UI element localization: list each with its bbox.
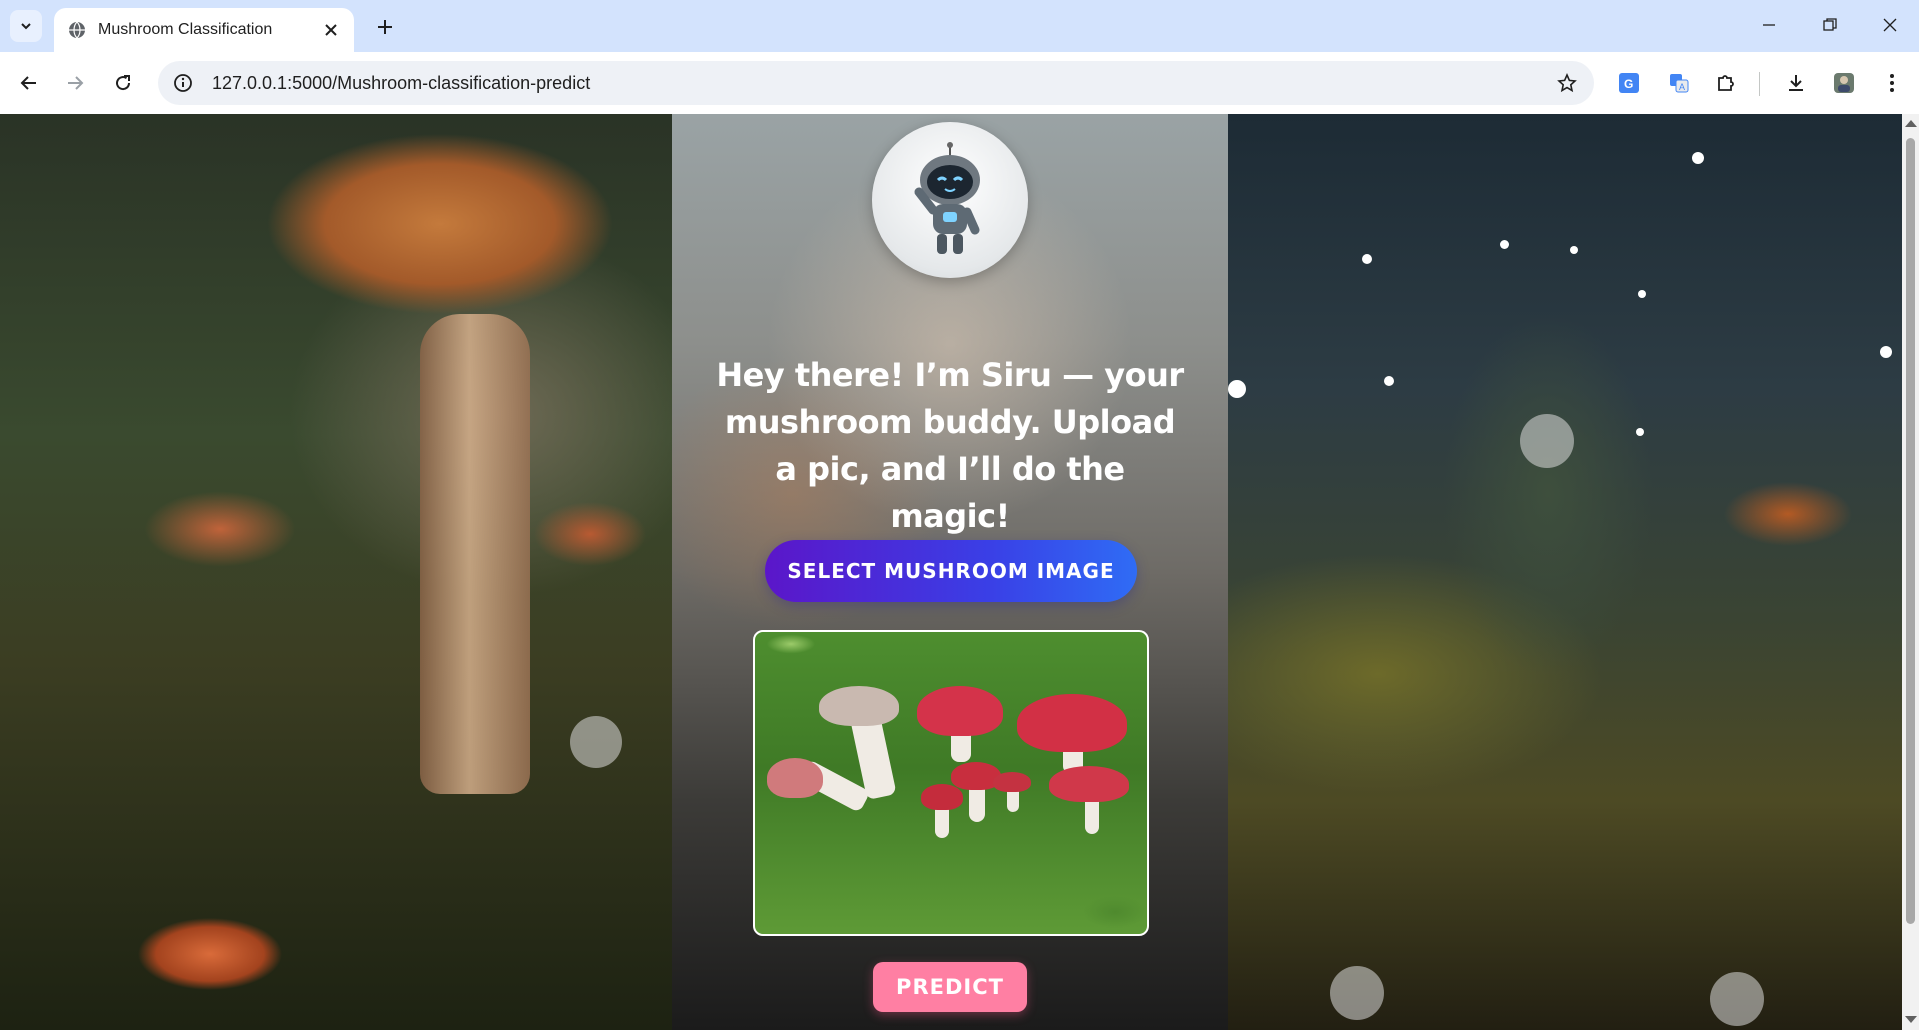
plus-icon (378, 20, 392, 34)
google-translate-icon[interactable]: G (1612, 66, 1646, 100)
minimize-button[interactable] (1747, 10, 1791, 40)
sparkle (1500, 240, 1509, 249)
browser-toolbar: 127.0.0.1:5000/Mushroom-classification-p… (0, 52, 1919, 114)
svg-text:G: G (1624, 77, 1633, 91)
sparkle (1362, 254, 1372, 264)
sparkle (1692, 152, 1704, 164)
url-text[interactable]: 127.0.0.1:5000/Mushroom-classification-p… (212, 73, 1550, 94)
chat-panel: Hey there! I’m Siru — your mushroom budd… (672, 114, 1228, 1030)
reload-icon (116, 75, 131, 91)
sparkle (1384, 376, 1394, 386)
new-tab-button[interactable] (370, 12, 400, 42)
scroll-thumb[interactable] (1906, 138, 1915, 924)
tab-search-button[interactable] (10, 10, 42, 42)
arrow-left-icon (20, 76, 36, 90)
photo-cap (1017, 694, 1127, 752)
minimize-icon (1763, 24, 1775, 26)
chevron-down-icon (21, 23, 31, 30)
translate-icon[interactable]: A (1662, 66, 1696, 100)
floating-bubble (570, 716, 622, 768)
browser-tab-bar: Mushroom Classification (0, 0, 1919, 52)
robot-mascot-avatar (872, 122, 1028, 278)
close-window-button[interactable] (1868, 10, 1912, 40)
photo-cap (1049, 766, 1129, 802)
page-scrollbar[interactable] (1902, 114, 1919, 1030)
scroll-up-arrow[interactable] (1905, 120, 1917, 127)
active-tab[interactable]: Mushroom Classification (54, 8, 354, 52)
star-icon[interactable] (1550, 66, 1584, 100)
download-icon[interactable] (1779, 66, 1813, 100)
sparkle (1638, 290, 1646, 298)
photo-cap (819, 686, 899, 726)
robot-mascot-icon (914, 142, 980, 254)
uploaded-image-preview (753, 630, 1149, 936)
restore-icon (1823, 18, 1837, 31)
puzzle-icon[interactable] (1709, 66, 1743, 100)
globe-icon (66, 19, 88, 41)
toolbar-divider (1759, 72, 1760, 96)
close-icon (1883, 18, 1897, 32)
arrow-right-icon (68, 76, 84, 90)
sparkle (1880, 346, 1892, 358)
profile-avatar-icon[interactable] (1827, 66, 1861, 100)
mushroom-stem-illustration (420, 314, 530, 794)
restore-button[interactable] (1808, 10, 1852, 40)
forest-background-left (0, 114, 672, 1030)
kebab-menu-icon[interactable] (1875, 66, 1909, 100)
photo-cap (917, 686, 1003, 736)
reload-button[interactable] (106, 66, 140, 100)
photo-cap (767, 758, 823, 798)
greeting-headline: Hey there! I’m Siru — your mushroom budd… (716, 356, 1184, 535)
back-button[interactable] (12, 66, 46, 100)
sparkle (1636, 428, 1644, 436)
select-image-button[interactable]: SELECT MUSHROOM IMAGE (765, 540, 1137, 602)
forward-button[interactable] (58, 66, 92, 100)
predict-button[interactable]: PREDICT (873, 962, 1027, 1012)
scroll-down-arrow[interactable] (1905, 1016, 1917, 1023)
address-bar[interactable]: 127.0.0.1:5000/Mushroom-classification-p… (158, 61, 1594, 105)
forest-background-right (1228, 114, 1902, 1030)
floating-bubble (1710, 972, 1764, 1026)
floating-bubble (1520, 414, 1574, 468)
sparkle (1228, 380, 1246, 398)
close-icon[interactable] (318, 17, 344, 43)
tab-title: Mushroom Classification (98, 21, 273, 38)
photo-cap (921, 784, 963, 810)
floating-bubble (1330, 966, 1384, 1020)
info-icon[interactable] (168, 68, 198, 98)
sparkle (1570, 246, 1578, 254)
photo-cap (993, 772, 1031, 792)
svg-text:A: A (1679, 82, 1685, 92)
page-viewport: Hey there! I’m Siru — your mushroom budd… (0, 114, 1902, 1030)
